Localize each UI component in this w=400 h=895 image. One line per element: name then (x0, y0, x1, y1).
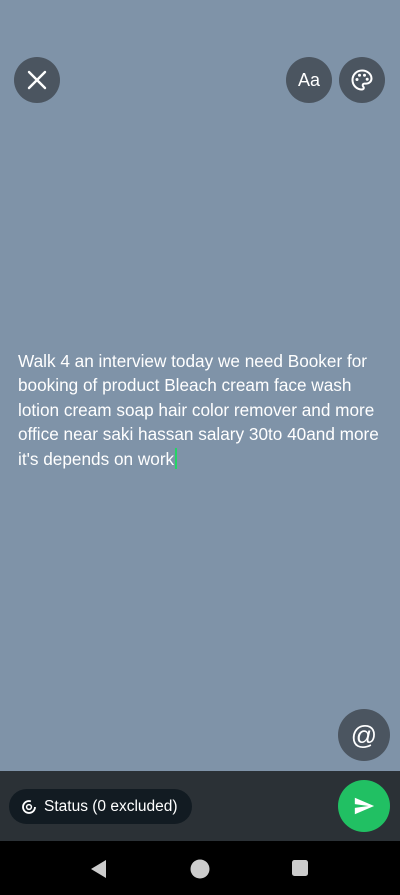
at-sign-icon: @ (350, 719, 378, 750)
close-button[interactable] (14, 57, 60, 103)
color-palette-button[interactable] (339, 57, 385, 103)
send-icon (354, 797, 375, 815)
nav-recents-button[interactable] (290, 858, 310, 878)
text-caret (175, 447, 178, 469)
status-privacy-label: Status (0 excluded) (44, 797, 178, 815)
status-text-content: Walk 4 an interview today we need Booker… (18, 351, 379, 469)
close-icon (27, 70, 47, 90)
nav-home-button[interactable] (189, 858, 211, 880)
status-text-input[interactable]: Walk 4 an interview today we need Booker… (18, 349, 384, 471)
palette-icon (351, 69, 373, 91)
bottom-bar: Status (0 excluded) (0, 771, 400, 841)
recent-square-icon (292, 860, 308, 876)
font-style-button[interactable]: Aa (286, 57, 332, 103)
text-status-canvas[interactable]: Aa Walk 4 an interview today we need Boo… (0, 0, 400, 771)
nav-back-button[interactable] (88, 858, 110, 880)
status-ring-icon (21, 799, 37, 815)
mention-button[interactable]: @ (338, 709, 390, 761)
system-navigation-bar (0, 841, 400, 895)
home-circle-icon (190, 859, 210, 879)
back-triangle-icon (91, 860, 106, 878)
status-privacy-button[interactable]: Status (0 excluded) (9, 789, 192, 824)
send-button[interactable] (338, 780, 390, 832)
font-style-label: Aa (297, 69, 321, 90)
